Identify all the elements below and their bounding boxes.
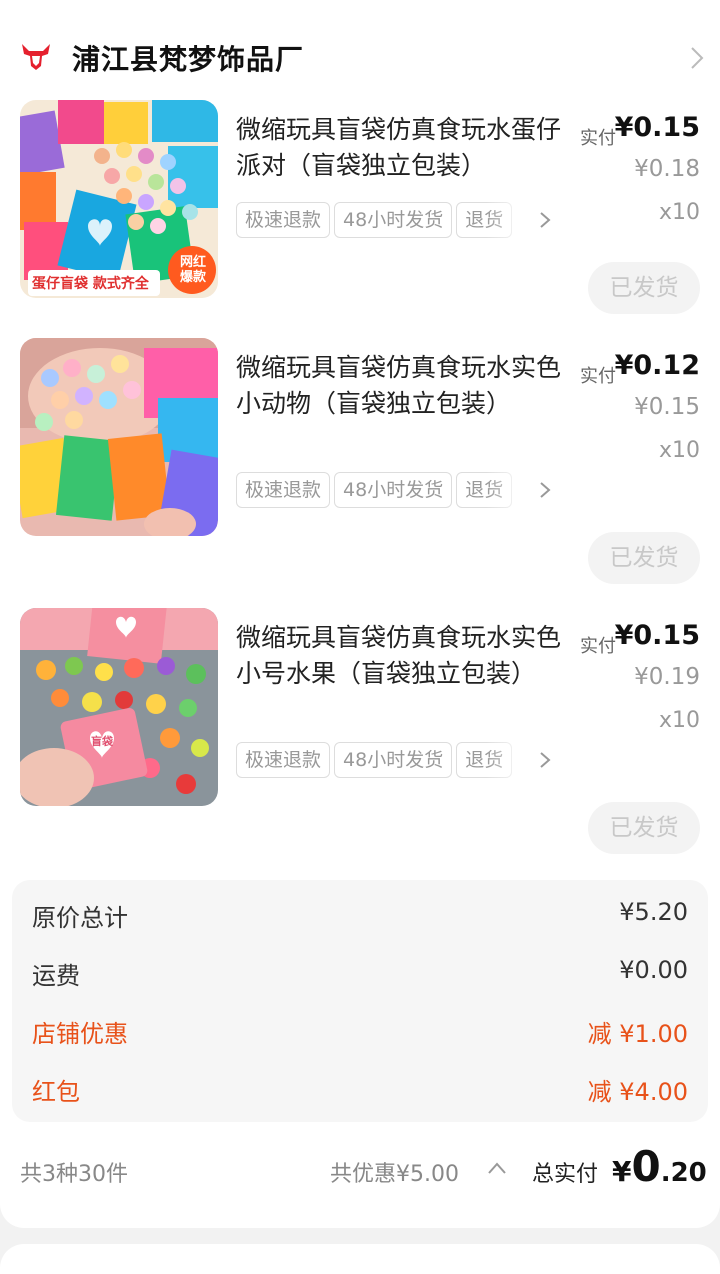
total-discount[interactable]: 共优惠¥5.00 [330,1156,459,1188]
product-image[interactable]: 盲袋 [20,608,218,806]
product-image[interactable] [20,338,218,536]
tag-fast-refund: 极速退款 [236,472,331,508]
service-tags[interactable]: 极速退款 48小时发货 退货 [236,202,556,238]
price-paid: ¥0.15 [614,620,700,651]
currency-symbol: ¥ [612,1155,632,1188]
tag-48h-shipping: 48小时发货 [334,472,453,508]
chevron-right-icon[interactable] [538,750,552,770]
price-original: ¥0.15 [634,394,700,420]
shipping-value: ¥0.00 [619,956,688,984]
price-paid: ¥0.12 [614,350,700,381]
quantity: x10 [658,438,700,463]
chevron-right-icon[interactable] [538,210,552,230]
shipped-button[interactable]: 已发货 [588,262,700,314]
order-item[interactable]: 盲袋 微缩玩具盲袋仿真食玩水实色小号水果（盲袋独立包装） 极速退款 48小时发货退… [0,608,720,854]
shop-discount-label: 店铺优惠 [32,1020,128,1048]
quantity: x10 [658,200,700,225]
tag-fast-refund: 极速退款 [236,742,331,778]
item-count: 共3种30件 [20,1162,128,1187]
chevron-up-icon[interactable] [486,1160,508,1176]
product-image[interactable]: 蛋仔盲袋 款式齐全 网红爆款 [20,100,218,298]
price-original: ¥0.19 [634,664,700,690]
total-integer: 0 [631,1142,661,1191]
chevron-right-icon[interactable] [538,480,552,500]
shipping-row: 运费 ¥0.00 [32,952,688,992]
red-packet-value: 减 ¥4.00 [587,1078,688,1106]
shipped-button[interactable]: 已发货 [588,532,700,584]
service-tags[interactable]: 极速退款 48小时发货 退货 [236,472,556,508]
shop-discount-value: 减 ¥1.00 [587,1020,688,1048]
order-card: 浦江县梵梦饰品厂 蛋仔盲袋 款式齐全 网红爆款 微缩玩具盲袋仿真食玩水蛋仔派对（… [0,0,720,1228]
image-badge-hot: 网红爆款 [179,255,206,285]
price-paid: ¥0.15 [614,112,700,143]
shipped-button[interactable]: 已发货 [588,802,700,854]
quantity: x10 [658,708,700,733]
shop-header[interactable]: 浦江县梵梦饰品厂 [0,28,720,88]
original-total-value: ¥5.20 [619,898,688,926]
original-total-row: 原价总计 ¥5.20 [32,894,688,934]
tag-48h-shipping: 48小时发货 [334,202,453,238]
image-badge-text: 蛋仔盲袋 款式齐全 [32,276,149,292]
original-total-label: 原价总计 [32,904,128,932]
chevron-right-icon[interactable] [686,44,708,72]
red-packet-row: 红包 减 ¥4.00 [32,1068,688,1108]
order-footer: 共3种30件 共优惠¥5.00 总实付 ¥0.20 [0,1140,720,1202]
price-label: 实付 [580,128,616,149]
total-decimal: .20 [660,1158,707,1188]
tag-48h-shipping: 48小时发货 [334,742,453,778]
red-packet-label: 红包 [32,1078,80,1106]
price-summary: 原价总计 ¥5.20 运费 ¥0.00 店铺优惠 减 ¥1.00 红包 减 ¥4… [12,880,708,1122]
order-item[interactable]: 蛋仔盲袋 款式齐全 网红爆款 微缩玩具盲袋仿真食玩水蛋仔派对（盲袋独立包装） 极… [0,100,720,340]
image-bag-label: 盲袋 [91,735,113,748]
product-title[interactable]: 微缩玩具盲袋仿真食玩水蛋仔派对（盲袋独立包装） [236,112,566,184]
shipping-label: 运费 [32,962,80,990]
order-item[interactable]: 微缩玩具盲袋仿真食玩水实色小动物（盲袋独立包装） 极速退款 48小时发货 退货 实付… [0,338,720,584]
price-label: 实付 [580,366,616,387]
tag-fast-refund: 极速退款 [236,202,331,238]
price-label: 实付 [580,636,616,657]
total-paid-value: ¥0.20 [612,1142,707,1191]
product-title[interactable]: 微缩玩具盲袋仿真食玩水实色小号水果（盲袋独立包装） [236,620,566,692]
next-card-edge [0,1244,720,1274]
total-paid-label: 总实付 [532,1162,599,1187]
shop-name[interactable]: 浦江县梵梦饰品厂 [72,38,304,78]
service-tags[interactable]: 极速退款 48小时发货 退货 [236,742,556,778]
product-title[interactable]: 微缩玩具盲袋仿真食玩水实色小动物（盲袋独立包装） [236,350,566,422]
shop-discount-row: 店铺优惠 减 ¥1.00 [32,1010,688,1050]
bull-head-icon [22,44,50,70]
price-original: ¥0.18 [634,156,700,182]
